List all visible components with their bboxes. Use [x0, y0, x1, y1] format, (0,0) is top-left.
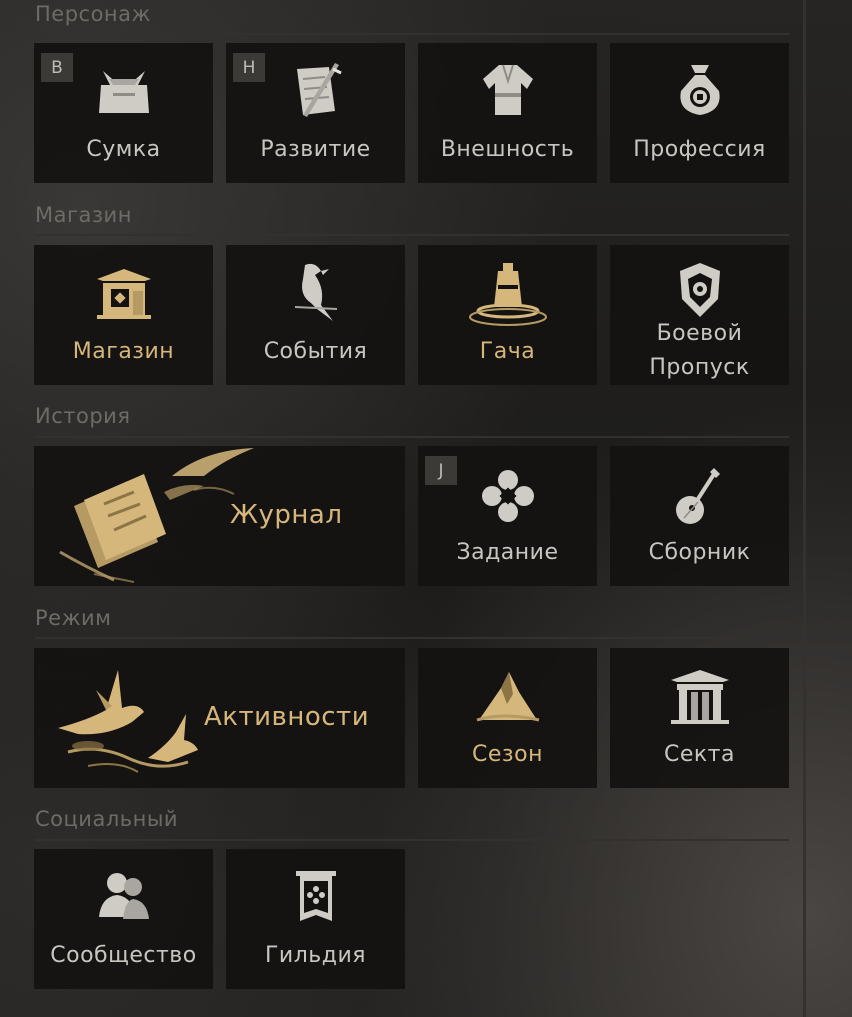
- tile-label: Профессия: [633, 137, 766, 162]
- tile-quest[interactable]: J Задание: [418, 446, 597, 586]
- tile-label: Магазин: [72, 339, 175, 364]
- tile-label: Сборник: [648, 540, 751, 565]
- tile-label: Гильдия: [265, 943, 366, 968]
- bird-icon: [294, 263, 337, 321]
- tile-label: Сообщество: [50, 943, 197, 968]
- tile-label: Сезон: [472, 742, 543, 767]
- tile-battlepass[interactable]: Боевой Пропуск: [610, 245, 789, 385]
- lute-icon: [675, 468, 720, 524]
- panel-divider: [803, 0, 806, 1017]
- tile-label-line2: Пропуск: [649, 355, 750, 380]
- tile-label: Сумка: [86, 137, 161, 162]
- tile-label: Секта: [664, 742, 735, 767]
- banner-icon: [295, 871, 336, 921]
- tile-label: Боевой Пропуск: [610, 317, 789, 385]
- tile-collection[interactable]: Сборник: [610, 446, 789, 586]
- section-title-mode: Режим: [35, 606, 112, 630]
- tile-community[interactable]: Сообщество: [34, 849, 213, 989]
- section-title-shop: Магазин: [35, 203, 132, 227]
- robe-icon: [482, 64, 533, 115]
- tile-guild[interactable]: Гильдия: [226, 849, 405, 989]
- flower-icon: [481, 470, 534, 522]
- tile-appearance[interactable]: Внешность: [418, 43, 597, 183]
- section-title-social: Социальный: [35, 807, 179, 831]
- tile-profession[interactable]: Профессия: [610, 43, 789, 183]
- tile-label: Развитие: [260, 137, 371, 162]
- tile-growth[interactable]: H Развитие: [226, 43, 405, 183]
- bag-icon: [98, 71, 149, 113]
- gate-icon: [670, 670, 729, 724]
- money-bag-icon: [679, 65, 720, 115]
- sword-scroll-icon: [296, 63, 342, 117]
- mountain-icon: [476, 672, 539, 722]
- tile-journal[interactable]: Журнал: [34, 446, 405, 586]
- tile-bag[interactable]: B Сумка: [34, 43, 213, 183]
- tile-activities[interactable]: Активности: [34, 648, 405, 788]
- tile-label-line1: Боевой: [656, 321, 743, 346]
- cranes-icon: [58, 670, 198, 773]
- hotkey-badge: J: [425, 456, 457, 485]
- section-divider: [35, 637, 789, 639]
- tile-label: Задание: [456, 540, 559, 565]
- hotkey-badge: H: [233, 53, 265, 82]
- tile-gacha[interactable]: Гача: [418, 245, 597, 385]
- tile-shop[interactable]: Магазин: [34, 245, 213, 385]
- tile-label: События: [263, 339, 368, 364]
- tile-label: Журнал: [230, 500, 343, 530]
- section-title-story: История: [35, 404, 131, 428]
- tile-season[interactable]: Сезон: [418, 648, 597, 788]
- tile-label: Активности: [204, 702, 370, 732]
- people-icon: [98, 873, 149, 919]
- section-title-character: Персонаж: [35, 2, 151, 26]
- hotkey-badge: B: [41, 53, 73, 82]
- section-divider: [35, 234, 789, 236]
- bell-icon: [468, 263, 547, 326]
- section-divider: [35, 33, 789, 35]
- tile-label: Гача: [479, 339, 536, 364]
- tile-label: Внешность: [440, 137, 575, 162]
- tile-sect[interactable]: Секта: [610, 648, 789, 788]
- section-divider: [35, 839, 789, 841]
- tile-events[interactable]: События: [226, 245, 405, 385]
- pagoda-shop-icon: [96, 269, 151, 319]
- section-divider: [35, 436, 789, 438]
- shield-icon: [679, 263, 720, 317]
